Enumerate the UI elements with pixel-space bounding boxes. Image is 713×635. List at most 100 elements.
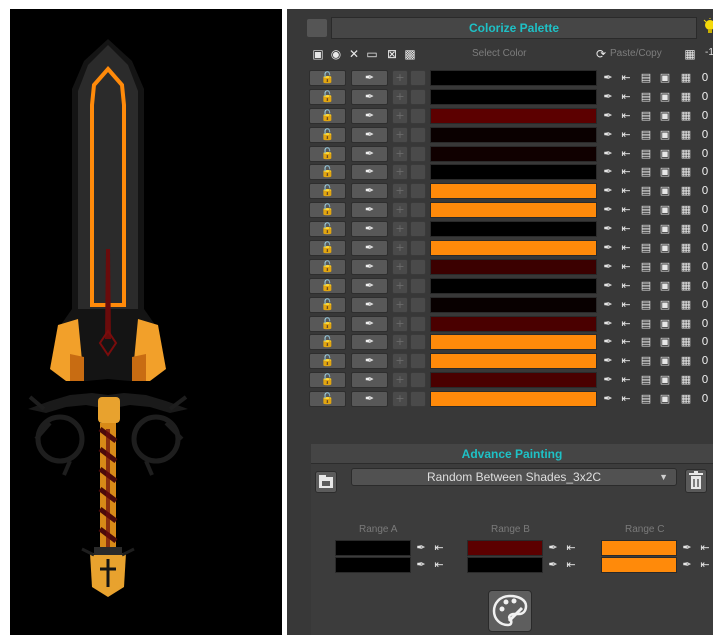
arrow-left-icon[interactable]: ⇤ — [618, 334, 634, 350]
eyedropper-icon[interactable]: ✒ — [545, 557, 561, 573]
shade-button[interactable] — [410, 353, 426, 370]
checker-icon[interactable]: ▦ — [678, 240, 694, 256]
arrow-left-icon[interactable]: ⇤ — [618, 202, 634, 218]
add-button[interactable]: + — [392, 240, 408, 257]
shade-button[interactable] — [410, 70, 426, 86]
add-button[interactable]: + — [392, 126, 408, 143]
add-button[interactable]: + — [392, 296, 408, 313]
lock-toggle-button[interactable]: 🔓 — [309, 277, 346, 294]
lightbulb-icon[interactable] — [703, 18, 713, 36]
color-swatch[interactable] — [430, 240, 597, 257]
range-color-swatch[interactable] — [335, 557, 411, 573]
eyedropper-icon[interactable]: ✒ — [600, 70, 616, 86]
color-swatch[interactable] — [430, 315, 597, 332]
painting-mode-dropdown[interactable]: Random Between Shades_3x2C ▼ — [351, 468, 677, 486]
color-swatch[interactable] — [430, 145, 597, 162]
lock-toggle-button[interactable]: 🔓 — [309, 240, 346, 257]
brush-button[interactable]: ✒ — [351, 126, 388, 143]
shade-button[interactable] — [410, 164, 426, 181]
checker-icon[interactable]: ▦ — [678, 259, 694, 275]
copy-icon[interactable]: ▤ — [638, 278, 654, 294]
shade-button[interactable] — [410, 221, 426, 238]
eyedropper-icon[interactable]: ✒ — [600, 221, 616, 237]
copy-icon[interactable]: ▤ — [638, 372, 654, 388]
eyedropper-icon[interactable]: ✒ — [679, 540, 695, 556]
copy-icon[interactable]: ▤ — [638, 353, 654, 369]
arrow-left-icon[interactable]: ⇤ — [618, 146, 634, 162]
lock-toggle-button[interactable]: 🔓 — [309, 107, 346, 124]
refresh-icon[interactable]: ⟳ — [594, 47, 608, 61]
copy-icon[interactable]: ▤ — [638, 146, 654, 162]
color-swatch[interactable] — [430, 391, 597, 408]
shade-button[interactable] — [410, 88, 426, 105]
paste-icon[interactable]: ▣ — [657, 108, 673, 124]
arrow-left-icon[interactable]: ⇤ — [618, 259, 634, 275]
checker-icon[interactable]: ▦ — [678, 146, 694, 162]
copy-icon[interactable]: ▤ — [638, 108, 654, 124]
lock-toggle-button[interactable]: 🔓 — [309, 334, 346, 351]
arrow-left-icon[interactable]: ⇤ — [618, 297, 634, 313]
paste-icon[interactable]: ▣ — [657, 316, 673, 332]
lock-toggle-button[interactable]: 🔓 — [309, 70, 346, 86]
eyedropper-icon[interactable]: ✒ — [600, 240, 616, 256]
shade-button[interactable] — [410, 258, 426, 275]
arrow-left-icon[interactable]: ⇤ — [618, 316, 634, 332]
brush-button[interactable]: ✒ — [351, 372, 388, 389]
eyedropper-icon[interactable]: ✒ — [413, 540, 429, 556]
copy-icon[interactable]: ▤ — [638, 391, 654, 407]
paste-icon[interactable]: ▣ — [657, 297, 673, 313]
lock-toggle-button[interactable]: 🔓 — [309, 315, 346, 332]
checker-icon[interactable]: ▦ — [678, 278, 694, 294]
add-button[interactable]: + — [392, 277, 408, 294]
checker-icon[interactable]: ▦ — [678, 334, 694, 350]
copy-icon[interactable]: ▤ — [638, 221, 654, 237]
paste-icon[interactable]: ▣ — [657, 146, 673, 162]
scene-viewport[interactable] — [10, 9, 282, 635]
checker-icon[interactable]: ▦ — [678, 183, 694, 199]
checker-icon[interactable]: ▦ — [678, 89, 694, 105]
checker-icon[interactable]: ▦ — [678, 164, 694, 180]
lock-toggle-button[interactable]: 🔓 — [309, 353, 346, 370]
color-swatch[interactable] — [430, 164, 597, 181]
paste-icon[interactable]: ▣ — [657, 202, 673, 218]
range-color-swatch[interactable] — [601, 557, 677, 573]
lock-toggle-button[interactable]: 🔓 — [309, 145, 346, 162]
eyedropper-icon[interactable]: ✒ — [600, 297, 616, 313]
shade-button[interactable] — [410, 277, 426, 294]
color-swatch[interactable] — [430, 334, 597, 351]
copy-icon[interactable]: ▤ — [638, 202, 654, 218]
copy-icon[interactable]: ▤ — [638, 127, 654, 143]
copy-icon[interactable]: ▤ — [638, 164, 654, 180]
add-button[interactable]: + — [392, 334, 408, 351]
lock-toggle-button[interactable]: 🔓 — [309, 126, 346, 143]
arrow-left-icon[interactable]: ⇤ — [431, 557, 447, 573]
eyedropper-icon[interactable]: ✒ — [600, 89, 616, 105]
eyedropper-icon[interactable]: ✒ — [545, 540, 561, 556]
paste-icon[interactable]: ▣ — [657, 89, 673, 105]
arrow-left-icon[interactable]: ⇤ — [431, 540, 447, 556]
copy-icon[interactable]: ▤ — [638, 297, 654, 313]
shade-button[interactable] — [410, 391, 426, 408]
color-swatch[interactable] — [430, 183, 597, 200]
eyedropper-icon[interactable]: ✒ — [600, 202, 616, 218]
checker-icon[interactable]: ▦ — [678, 391, 694, 407]
arrow-left-icon[interactable]: ⇤ — [618, 278, 634, 294]
checker-icon[interactable]: ▦ — [678, 353, 694, 369]
paste-icon[interactable]: ▣ — [657, 221, 673, 237]
color-swatch[interactable] — [430, 88, 597, 105]
arrow-left-icon[interactable]: ⇤ — [618, 391, 634, 407]
delete-button[interactable] — [685, 469, 707, 493]
add-button[interactable]: + — [392, 315, 408, 332]
arrow-left-icon[interactable]: ⇤ — [563, 540, 579, 556]
shade-button[interactable] — [410, 183, 426, 200]
brush-button[interactable]: ✒ — [351, 296, 388, 313]
add-button[interactable]: + — [392, 183, 408, 200]
color-swatch[interactable] — [430, 70, 597, 86]
frame-icon[interactable]: ▭ — [365, 47, 379, 61]
color-swatch[interactable] — [430, 353, 597, 370]
eyedropper-icon[interactable]: ✒ — [600, 127, 616, 143]
color-swatch[interactable] — [430, 202, 597, 219]
brush-settings-button[interactable] — [315, 471, 337, 493]
arrow-left-icon[interactable]: ⇤ — [618, 240, 634, 256]
shade-button[interactable] — [410, 334, 426, 351]
